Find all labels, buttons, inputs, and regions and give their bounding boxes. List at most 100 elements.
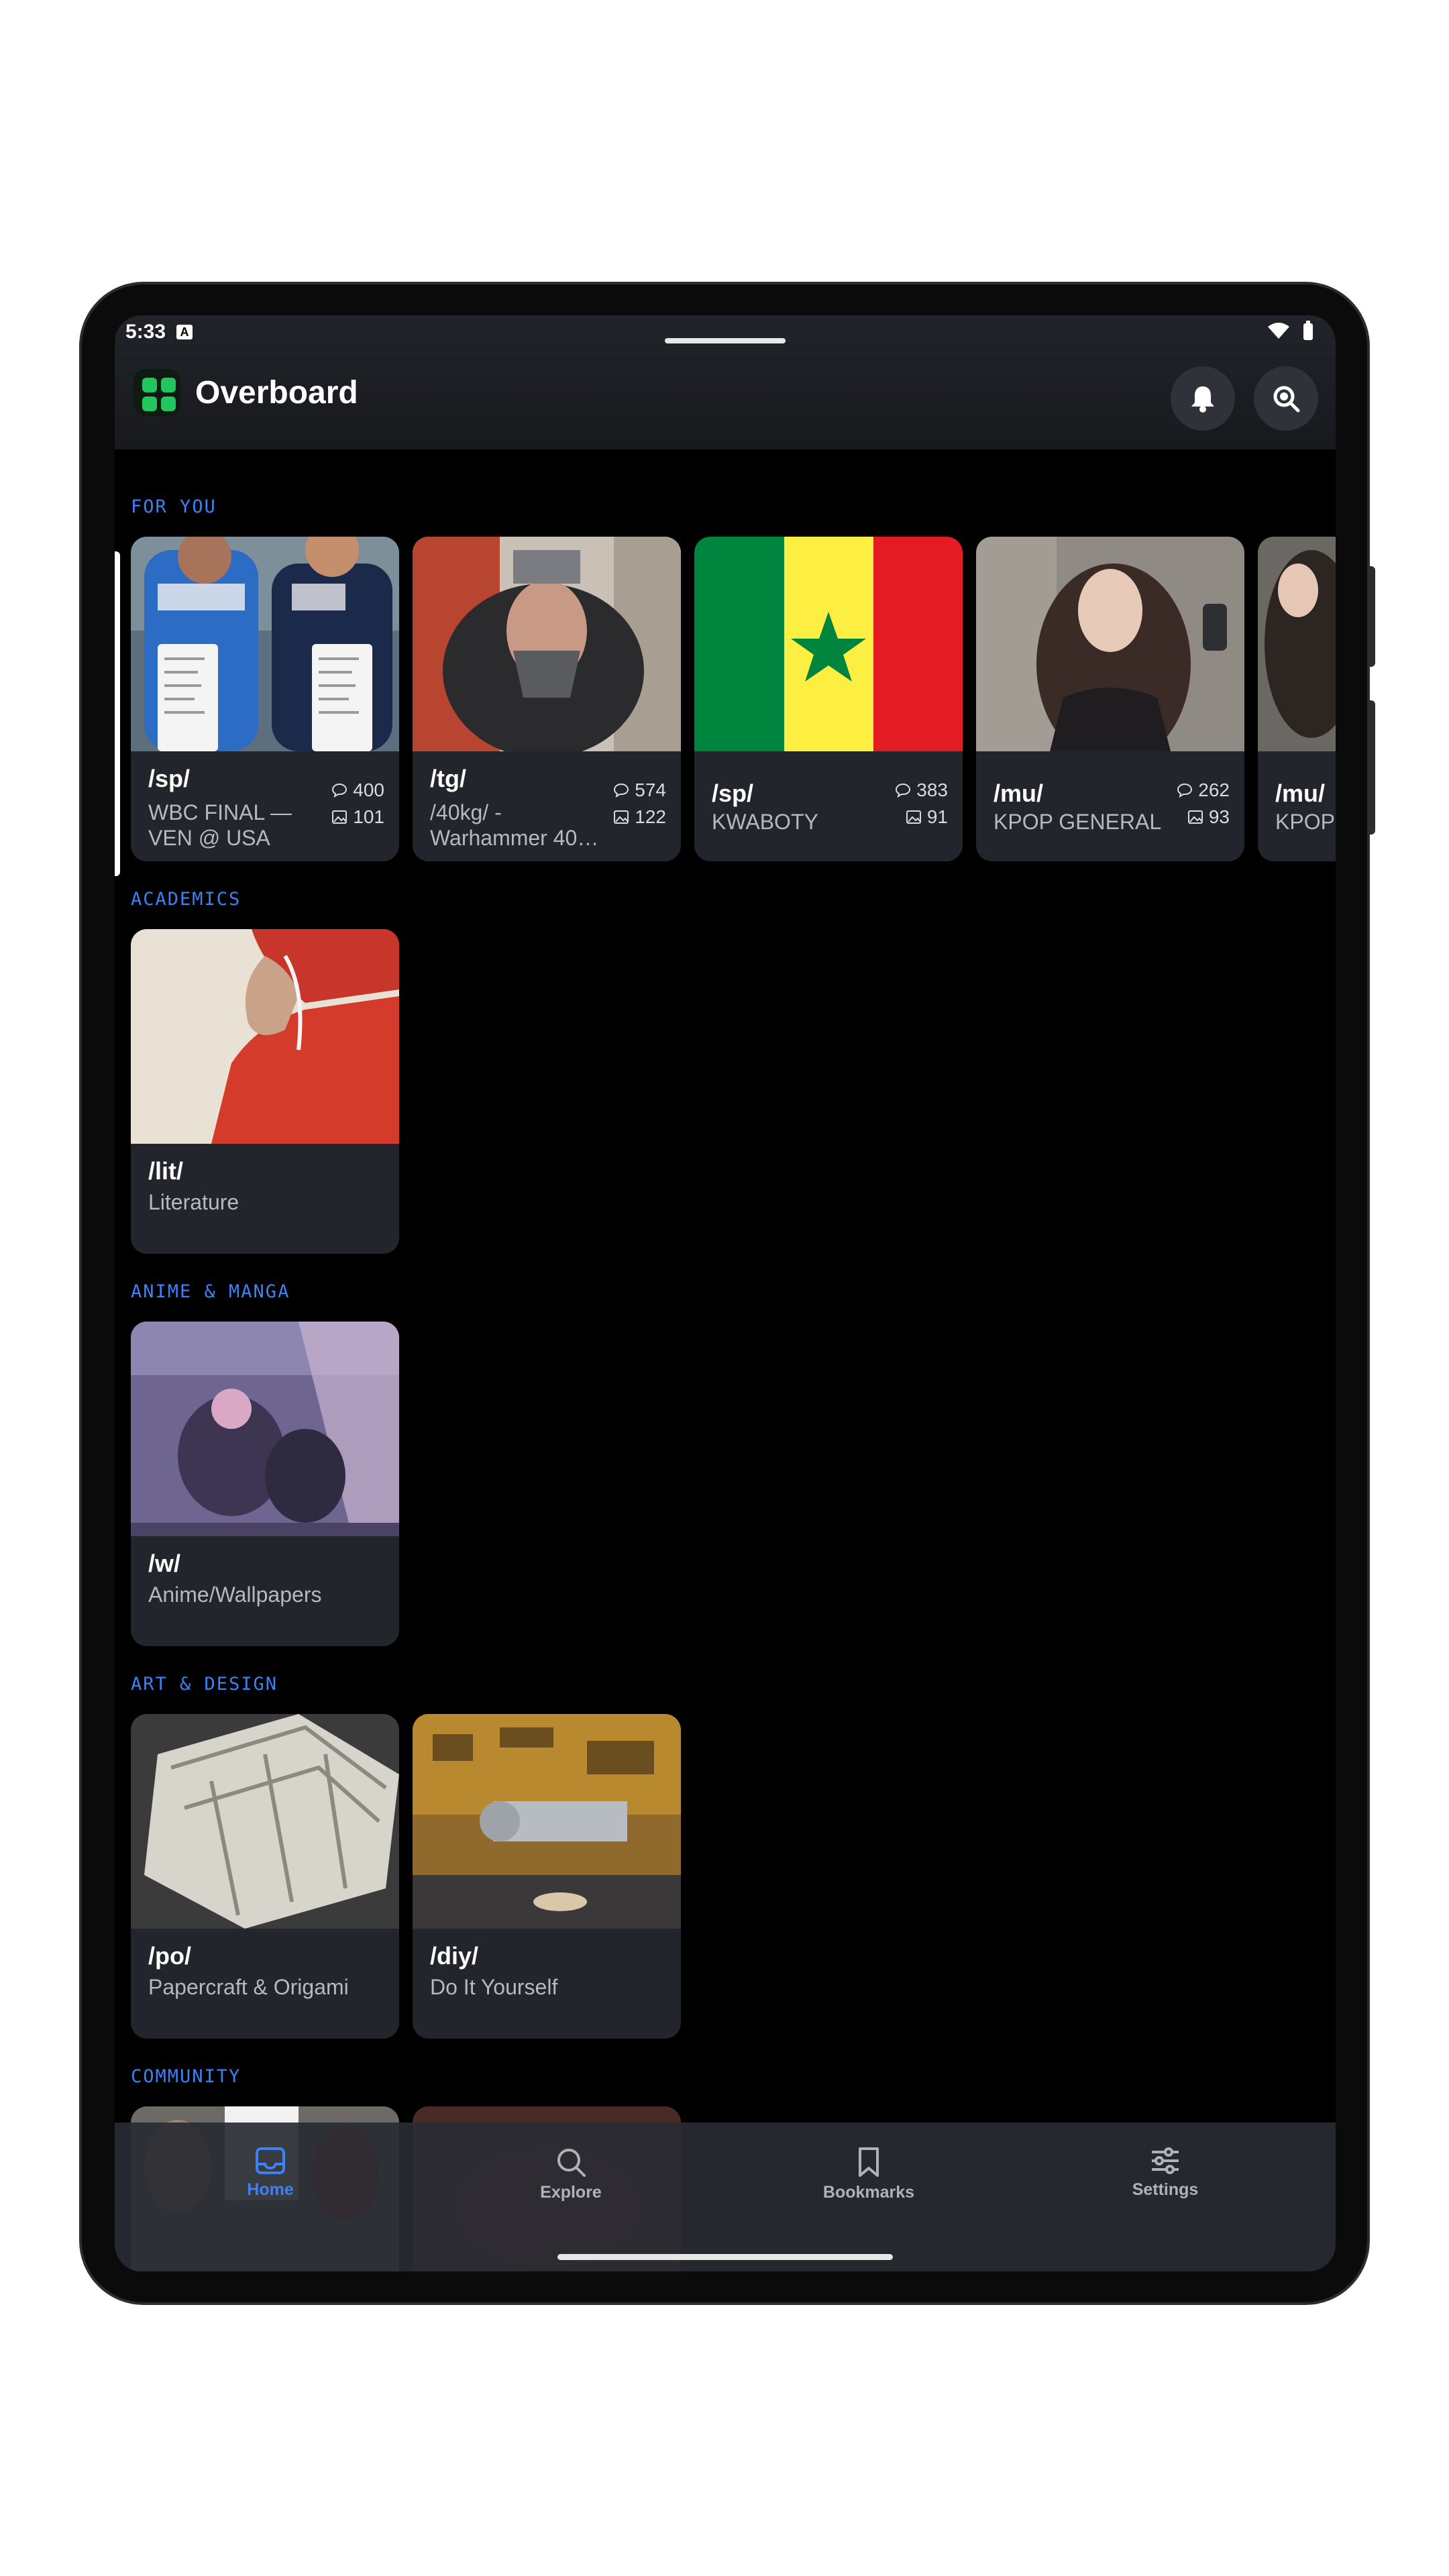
thread-thumbnail xyxy=(131,537,399,751)
reply-count: 383 xyxy=(916,780,948,800)
board-name: /sp/ xyxy=(712,780,754,807)
thread-thumbnail xyxy=(976,537,1244,751)
image-icon xyxy=(1187,810,1203,824)
thread-subject-line: Warhammer 40… xyxy=(430,826,599,850)
board-name: /tg/ xyxy=(430,765,466,792)
section-title-art-design: ART & DESIGN xyxy=(131,1674,278,1695)
thread-stats: 383 91 xyxy=(895,777,948,830)
image-icon xyxy=(906,810,921,824)
thread-card-sp-kwaboty[interactable]: /sp/ KWABOTY 383 91 xyxy=(694,537,963,861)
status-notification-icon: A xyxy=(176,325,193,339)
search-button[interactable] xyxy=(1254,366,1318,431)
gesture-home-bar[interactable] xyxy=(557,2254,893,2260)
thread-subject: KPOP xyxy=(1275,809,1335,835)
board-thumbnail xyxy=(131,1322,399,1536)
board-title: Anime/Wallpapers xyxy=(148,1582,322,1607)
board-card-lit[interactable]: /lit/ Literature xyxy=(131,929,399,1254)
thread-subject-line: KWABOTY xyxy=(712,810,818,834)
section-title-for-you: FOR YOU xyxy=(131,496,217,517)
board-name: /mu/ xyxy=(1275,780,1326,807)
sliders-icon xyxy=(1152,2147,1179,2174)
app-bar: 5:33 A Overboard xyxy=(115,315,1336,449)
app-logo-icon xyxy=(133,369,180,416)
board-title: Do It Yourself xyxy=(430,1975,558,1999)
image-icon xyxy=(614,810,629,824)
app-title: Overboard xyxy=(195,374,358,411)
section-title-anime-manga: ANIME & MANGA xyxy=(131,1281,290,1302)
nav-home-label: Home xyxy=(247,2180,294,2199)
image-count: 93 xyxy=(1208,806,1230,827)
thread-subject-line: KPOP xyxy=(1275,810,1335,834)
board-name: /sp/ xyxy=(148,765,191,792)
wifi-icon xyxy=(1268,323,1289,339)
board-title: Papercraft & Origami xyxy=(148,1975,349,1999)
volume-button xyxy=(1370,566,1375,667)
image-count: 101 xyxy=(353,806,384,827)
board-name: /mu/ xyxy=(994,780,1044,807)
nav-home[interactable]: Home xyxy=(203,2147,337,2200)
nav-bookmarks[interactable]: Bookmarks xyxy=(802,2147,936,2202)
reply-count: 574 xyxy=(635,780,666,800)
board-title: Literature xyxy=(148,1190,239,1214)
thread-subject-line: VEN @ USA xyxy=(148,826,270,850)
thread-thumbnail xyxy=(1258,537,1336,751)
search-icon xyxy=(557,2149,586,2177)
screen: 5:33 A Overboard FOR YOU /sp/ WBC FINAL … xyxy=(115,315,1336,2271)
nav-settings-label: Settings xyxy=(1132,2180,1199,2199)
board-card-w[interactable]: /w/ Anime/Wallpapers xyxy=(131,1322,399,1646)
thread-subject: /40kg/ - Warhammer 40… xyxy=(430,800,598,851)
nav-settings[interactable]: Settings xyxy=(1098,2147,1232,2200)
bookmark-icon xyxy=(859,2147,879,2177)
section-title-community: COMMUNITY xyxy=(131,2066,241,2087)
nav-explore-label: Explore xyxy=(540,2183,602,2202)
thread-subject-line: KPOP GENERAL xyxy=(994,810,1162,834)
status-time: 5:33 xyxy=(125,321,166,343)
thread-subject-line: /40kg/ - xyxy=(430,800,502,824)
thread-stats: 574 122 xyxy=(613,777,666,830)
board-name: /po/ xyxy=(148,1942,191,1970)
bell-icon xyxy=(1191,386,1214,413)
board-card-po[interactable]: /po/ Papercraft & Origami xyxy=(131,1714,399,2039)
thread-card-mu-partial[interactable]: /mu/ KPOP xyxy=(1258,537,1336,861)
reply-icon xyxy=(614,783,629,798)
notifications-button[interactable] xyxy=(1171,366,1235,431)
section-title-academics: ACADEMICS xyxy=(131,889,241,910)
reply-icon xyxy=(1177,783,1193,798)
power-button xyxy=(1370,700,1375,835)
status-icons xyxy=(1267,321,1314,341)
thread-subject: KPOP GENERAL xyxy=(994,809,1161,835)
previous-card-edge xyxy=(115,551,120,876)
thread-thumbnail xyxy=(413,537,681,751)
board-thumbnail xyxy=(131,929,399,1144)
bottom-navigation: Home Explore Bookmarks Settings xyxy=(115,2123,1336,2271)
board-name: /lit/ xyxy=(148,1157,183,1185)
board-thumbnail xyxy=(131,1714,399,1929)
image-icon xyxy=(332,810,347,824)
reply-icon xyxy=(896,783,911,798)
thread-stats: 400 101 xyxy=(331,777,384,830)
nav-bookmarks-label: Bookmarks xyxy=(822,2183,915,2202)
image-count: 91 xyxy=(926,806,948,827)
thread-card-tg-40kg[interactable]: /tg/ /40kg/ - Warhammer 40… 574 122 xyxy=(413,537,681,861)
thread-card-sp-wbc[interactable]: /sp/ WBC FINAL — VEN @ USA 400 101 xyxy=(131,537,399,861)
thread-subject: KWABOTY xyxy=(712,809,818,835)
nav-explore[interactable]: Explore xyxy=(504,2147,638,2202)
brand: Overboard xyxy=(133,369,358,416)
search-icon xyxy=(1273,386,1300,413)
board-name: /diy/ xyxy=(430,1942,479,1970)
board-card-diy[interactable]: /diy/ Do It Yourself xyxy=(413,1714,681,2039)
thread-stats: 262 93 xyxy=(1177,777,1230,830)
thread-subject-line: WBC FINAL — xyxy=(148,800,292,824)
thread-card-mu-kpop[interactable]: /mu/ KPOP GENERAL 262 93 xyxy=(976,537,1244,861)
board-name: /w/ xyxy=(148,1550,181,1577)
reply-count: 400 xyxy=(353,780,384,800)
board-thumbnail xyxy=(413,1714,681,1929)
inbox-icon xyxy=(256,2147,285,2174)
battery-icon xyxy=(1303,321,1313,340)
thread-subject: WBC FINAL — VEN @ USA xyxy=(148,800,292,851)
reply-count: 262 xyxy=(1198,780,1230,800)
image-count: 122 xyxy=(635,806,666,827)
reply-icon xyxy=(332,783,347,798)
thread-thumbnail xyxy=(694,537,963,751)
drag-handle[interactable] xyxy=(665,338,786,343)
